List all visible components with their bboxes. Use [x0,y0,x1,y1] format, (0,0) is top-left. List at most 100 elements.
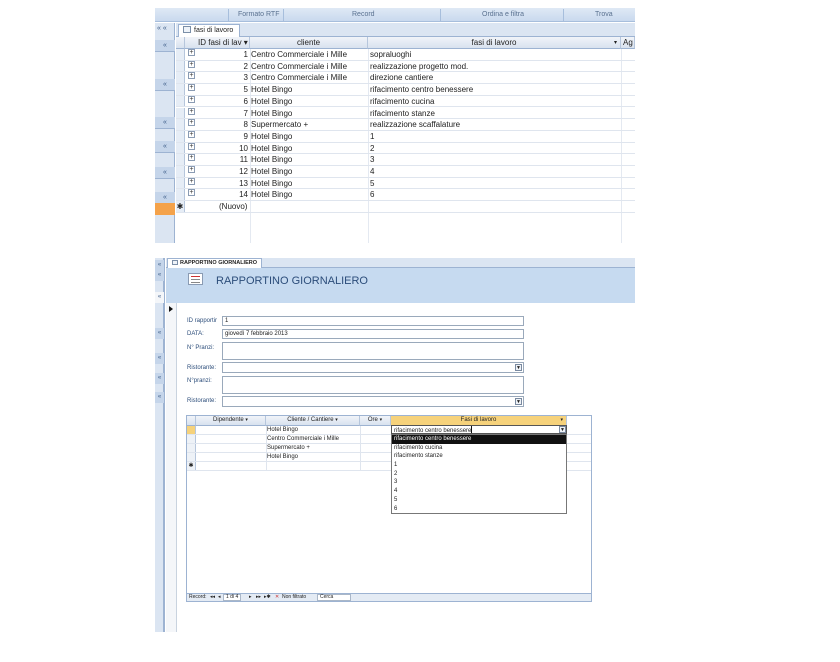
column-header-ore[interactable]: Ore ▾ [360,416,391,426]
dropdown-option[interactable]: 1 [392,461,566,470]
cell-cliente[interactable]: Supermercato + [251,119,367,130]
select-all-cell[interactable] [176,37,185,49]
row-selector[interactable] [176,72,185,84]
cell-id[interactable]: 9 [200,131,248,142]
row-selector[interactable]: ✱ [176,201,185,212]
cell-id[interactable]: 5 [200,84,248,95]
column-header-cliente[interactable]: cliente [250,37,368,49]
cell-id[interactable]: 14 [200,189,248,200]
cell-cliente[interactable]: Centro Commerciale i Mille [251,61,367,72]
previous-record-button[interactable]: ◂ [218,594,221,601]
ribbon-group-rtf[interactable]: Formato RTF [238,11,280,18]
row-selector[interactable] [176,107,185,119]
dropdown-option[interactable]: 6 [392,505,566,514]
chevron-down-icon[interactable]: ▼ [559,426,566,433]
pranzi-field-2[interactable] [222,376,524,394]
cell-fase[interactable]: 5 [370,178,620,189]
expand-icon[interactable]: + [188,166,195,173]
data-field[interactable]: giovedì 7 febbraio 2013 [222,329,524,339]
cell-fase[interactable]: rifacimento cucina [370,96,620,107]
cell-cliente-cantiere[interactable]: Centro Commerciale i Mille [267,435,359,443]
expand-icon[interactable]: + [188,84,195,92]
table-row[interactable]: +1 Centro Commerciale i Mille sopraluoghi [176,49,635,61]
nav-group-collapse-icon[interactable]: « [155,79,175,91]
nav-group-collapse-icon[interactable]: « [155,373,164,384]
column-header-cliente-cantiere[interactable]: Cliente / Cantiere ▾ [266,416,360,426]
nav-group-collapse-icon[interactable]: « [155,292,164,303]
row-selector[interactable] [176,95,185,107]
table-row[interactable]: +6 Hotel Bingo rifacimento cucina [176,95,635,108]
table-row[interactable]: +14 Hotel Bingo 6 [176,189,635,202]
table-row[interactable]: +2 Centro Commerciale i Mille realizzazion… [176,60,635,73]
last-record-button[interactable]: ▸▸ [256,594,261,601]
column-header-fasi-di-lavoro[interactable]: fasi di lavoro ▾ [368,37,621,49]
row-selector[interactable] [176,119,185,130]
cell-fase[interactable]: rifacimento stanze [370,108,620,119]
table-row-new[interactable]: ✱ (Nuovo) [176,201,635,213]
row-selector[interactable] [176,84,185,95]
ribbon-group-find[interactable]: Trova [595,11,613,18]
nav-group-collapse-icon[interactable]: « [155,353,164,364]
cell-id[interactable]: 13 [200,178,248,189]
ribbon-group-record[interactable]: Record [352,11,375,18]
cell-cliente[interactable]: Hotel Bingo [251,84,367,95]
row-selector[interactable] [176,154,185,165]
expand-icon[interactable]: + [188,72,195,80]
id-rapportino-field[interactable]: 1 [222,316,524,326]
cell-fase[interactable]: rifacimento centro benessere [370,84,620,95]
table-row[interactable]: +7 Hotel Bingo rifacimento stanze [176,107,635,120]
fasi-di-lavoro-combo-editor[interactable]: rifacimento centro benessere ▼ [391,425,567,434]
nav-group-collapse-icon[interactable]: « [155,392,164,403]
table-row[interactable]: +12 Hotel Bingo 4 [176,166,635,178]
search-field[interactable]: Cerca [317,594,351,601]
expand-icon[interactable]: + [188,49,195,56]
nav-group-collapse-icon[interactable]: « [155,270,164,281]
cell-id[interactable]: 1 [200,49,248,60]
expand-icon[interactable]: + [188,154,195,162]
nav-group-collapse-icon[interactable]: « [155,40,175,52]
cell-fase[interactable]: 4 [370,166,620,177]
row-selector[interactable] [187,453,196,461]
cell-fase[interactable]: direzione cantiere [370,72,620,83]
expand-icon[interactable]: + [188,130,195,138]
expand-icon[interactable]: + [188,177,195,185]
filter-status-button[interactable]: Non filtrato [282,594,306,601]
cell-cliente-cantiere[interactable]: Supermercato + [267,444,359,452]
nav-group-collapse-icon[interactable]: « [155,328,164,339]
expand-icon[interactable]: + [188,95,195,103]
pranzi-field-1[interactable] [222,342,524,360]
chevron-down-icon[interactable]: ▾ [335,417,338,423]
dropdown-option[interactable]: 4 [392,487,566,496]
table-row[interactable]: +5 Hotel Bingo rifacimento centro benesser… [176,84,635,96]
cell-id[interactable]: 2 [200,61,248,72]
row-selector[interactable] [176,142,185,154]
nav-item-selected[interactable] [155,203,175,215]
subform-select-all[interactable] [187,416,196,426]
expand-icon[interactable]: + [188,189,195,197]
dropdown-option[interactable]: rifacimento cucina [392,444,566,453]
row-selector[interactable] [176,166,185,177]
cell-cliente[interactable]: Hotel Bingo [251,189,367,200]
cell-fase[interactable]: sopraluoghi [370,49,620,60]
cell-cliente[interactable]: Hotel Bingo [251,131,367,142]
cell-fase[interactable]: realizzazione scaffalature [370,119,620,130]
cell-id[interactable]: 3 [200,72,248,83]
nav-pane-collapse-button[interactable]: « « [155,23,174,35]
row-selector[interactable] [187,426,196,434]
cell-id[interactable]: 12 [200,166,248,177]
cell-cliente[interactable]: Hotel Bingo [251,178,367,189]
column-header-ag[interactable]: Ag [621,37,635,49]
cell-id[interactable]: 7 [200,108,248,119]
row-selector[interactable] [187,435,196,443]
first-record-button[interactable]: ◂◂ [210,594,215,601]
chevron-down-icon[interactable]: ▾ [560,416,563,425]
chevron-down-icon[interactable]: ▼ [515,398,522,405]
row-selector[interactable]: ✱ [187,462,196,470]
cell-cliente[interactable]: Hotel Bingo [251,108,367,119]
cell-fase[interactable]: 2 [370,143,620,154]
table-row[interactable]: +10 Hotel Bingo 2 [176,142,635,155]
table-row[interactable]: +3 Centro Commerciale i Mille direzione ca… [176,72,635,85]
dropdown-option[interactable]: 2 [392,470,566,479]
chevron-down-icon[interactable]: ▾ [614,37,617,48]
cell-cliente-cantiere[interactable]: Hotel Bingo [267,453,359,461]
